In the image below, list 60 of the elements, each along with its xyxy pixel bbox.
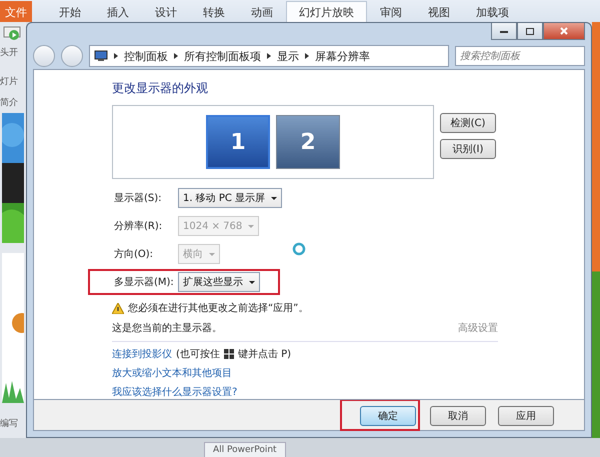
caret-icon [248,224,254,228]
chevron-icon [174,53,178,59]
ribbon-tab[interactable]: 插入 [94,1,142,22]
ribbon-tab[interactable]: 幻灯片放映 [286,1,367,22]
hint-text: 键并点击 P) [238,348,292,361]
setting-label: 分辨率(R): [114,220,164,233]
ribbon-tab[interactable]: 动画 [238,1,286,22]
breadcrumb-item[interactable]: 显示 [277,48,299,64]
action-button[interactable]: 识别(I) [440,139,496,159]
dialog-button[interactable]: 应用 [498,406,554,426]
caret-icon [249,280,255,284]
button-label: 头开 [0,46,19,59]
maximize-button[interactable] [517,23,543,40]
footer-label: 编写 [0,418,19,430]
monitor-tile[interactable]: 2 [276,115,340,169]
computer-icon [94,50,108,62]
setting-label: 方向(O): [114,248,154,261]
primary-display-note: 这是您当前的主显示器。 [112,322,222,335]
caret-icon [271,196,278,200]
close-button[interactable] [543,23,585,40]
help-link[interactable]: 放大或缩小文本和其他项目 [112,366,232,380]
section-label: 简介 [0,96,19,109]
chevron-icon [114,53,118,59]
dialog-button[interactable]: 取消 [430,406,486,426]
close-icon [560,27,568,35]
warning-text: 您必须在进行其他更改之前选择“应用”。 [128,302,308,315]
hint-text: (也可按住 [176,348,220,361]
dropdown[interactable]: 扩展这些显示 [178,272,260,292]
ribbon-tab[interactable]: 开始 [46,1,94,22]
address-bar[interactable]: 控制面板 所有控制面板项 显示 屏幕分辨率 [89,45,449,67]
action-button[interactable]: 检测(C) [440,113,496,133]
minimize-icon [500,29,508,33]
panel-tab[interactable]: All PowerPoint [204,442,286,457]
minimize-button[interactable] [491,23,517,40]
ribbon-tab[interactable]: 加载项 [463,1,522,22]
setting-label: 显示器(S): [114,192,163,205]
ribbon-tab[interactable]: 设计 [142,1,190,22]
help-link[interactable]: 我应该选择什么显示器设置? [112,385,238,399]
breadcrumb-item[interactable]: 所有控制面板项 [184,48,261,64]
monitor-tile[interactable]: 1 [206,115,270,169]
ribbon-tab[interactable]: 视图 [415,1,463,22]
warning-icon [112,302,124,314]
advanced-settings-link[interactable]: 高级设置 [458,321,498,335]
dialog-button[interactable]: 确定 [360,406,416,426]
chevron-icon [305,53,309,59]
setting-label: 多显示器(M): [114,276,175,289]
ribbon-tab[interactable]: 审阅 [367,1,415,22]
search-field[interactable]: 搜索控制面板 [455,46,585,66]
dropdown[interactable]: 1. 移动 PC 显示屏 [178,188,282,208]
projector-link[interactable]: 连接到投影仪 [112,347,172,361]
ribbon-tab[interactable]: 转换 [190,1,238,22]
loading-spinner-icon [292,242,306,256]
breadcrumb-item[interactable]: 屏幕分辨率 [315,48,370,64]
windows-logo-icon [224,349,234,359]
page-heading: 更改显示器的外观 [112,80,209,97]
maximize-icon [526,28,534,34]
caret-icon [209,252,215,256]
group-label: 灯片 [0,76,19,88]
breadcrumb-item[interactable]: 控制面板 [124,48,168,64]
chevron-icon [267,53,271,59]
